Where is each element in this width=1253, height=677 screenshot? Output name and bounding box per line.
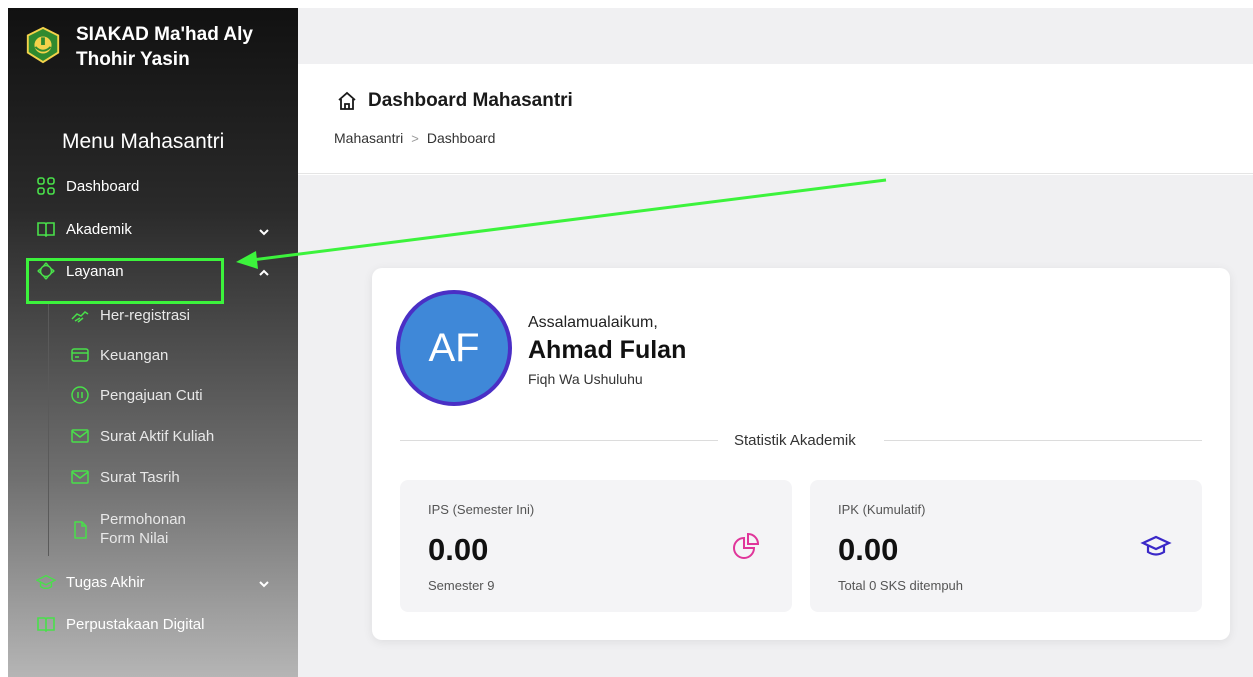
sidebar-item-perpustakaan-digital[interactable]: Perpustakaan Digital (36, 614, 204, 634)
stat-value: 0.00 (428, 532, 489, 567)
kemenag-logo-icon (26, 26, 60, 64)
stat-subtext: Total 0 SKS ditempuh (838, 578, 964, 593)
breadcrumb-item-mahasantri[interactable]: Mahasantri (334, 130, 403, 146)
sidebar-item-label: Tugas Akhir (66, 573, 145, 591)
brand-title: SIAKAD Ma'had Aly Thohir Yasin (76, 24, 253, 70)
pause-circle-icon (70, 385, 90, 405)
menu-title: Menu Mahasantri (62, 130, 225, 153)
chevron-down-icon[interactable] (258, 226, 270, 238)
page-header: Dashboard Mahasantri Mahasantri > Dashbo… (298, 64, 1253, 174)
sidebar-subitem-keuangan[interactable]: Keuangan (70, 345, 168, 365)
document-icon (70, 520, 90, 540)
sidebar-subitem-label: Surat Tasrih (100, 468, 180, 486)
sidebar-subitem-label: Her-registrasi (100, 306, 191, 324)
sidebar-item-tugas-akhir[interactable]: Tugas Akhir (36, 572, 145, 592)
sidebar-subitem-label: Keuangan (100, 346, 169, 364)
sidebar-subitem-surat-tasrih[interactable]: Surat Tasrih (70, 467, 180, 487)
sidebar-item-label: Perpustakaan Digital (66, 615, 205, 633)
sidebar-subitem-her-registrasi[interactable]: Her-registrasi (70, 305, 190, 325)
book-icon (36, 219, 56, 239)
home-icon (338, 91, 356, 110)
user-name: Ahmad Fulan (528, 336, 687, 364)
sidebar-subitem-label: Permohonan Form Nilai (100, 511, 186, 547)
page-title: Dashboard Mahasantri (336, 90, 573, 112)
stat-label: IPS (Semester Ini) (428, 502, 535, 517)
sidebar-subitem-pengajuan-cuti[interactable]: Pengajuan Cuti (70, 385, 203, 405)
credit-card-icon (70, 345, 90, 365)
submenu-guide-line (48, 304, 49, 556)
pie-chart-icon (733, 532, 760, 559)
graduation-cap-icon (36, 572, 56, 592)
sidebar-item-akademik[interactable]: Akademik (36, 219, 132, 239)
mail-icon (70, 426, 90, 446)
sidebar-subitem-label: Pengajuan Cuti (100, 386, 203, 404)
sidebar: SIAKAD Ma'had Aly Thohir Yasin Menu Maha… (8, 8, 298, 677)
breadcrumb: Mahasantri > Dashboard (334, 130, 495, 146)
highlight-box (26, 258, 224, 304)
stat-label: IPK (Kumulatif) (838, 502, 926, 517)
breadcrumb-item-dashboard: Dashboard (426, 130, 496, 146)
divider-right (884, 440, 1202, 441)
mail-icon (70, 467, 90, 487)
chevron-right-icon: > (411, 130, 419, 146)
page-title-text: Dashboard Mahasantri (368, 90, 573, 111)
graduation-cap-icon (1140, 535, 1172, 556)
sidebar-subitem-label: Surat Aktif Kuliah (100, 427, 215, 445)
sidebar-item-dashboard[interactable]: Dashboard (36, 176, 139, 196)
section-label: Statistik Akademik (734, 432, 856, 449)
avatar: AF (396, 290, 512, 406)
topbar (298, 8, 1253, 64)
stat-card-ipk: IPK (Kumulatif) 0.00 Total 0 SKS ditempu… (810, 480, 1202, 612)
page: SIAKAD Ma'had Aly Thohir Yasin Menu Maha… (0, 0, 1253, 677)
chevron-down-icon[interactable] (258, 578, 270, 590)
sidebar-subitem-permohonan-form-nilai[interactable]: Permohonan Form Nilai (70, 510, 210, 548)
sidebar-subitem-surat-aktif-kuliah[interactable]: Surat Aktif Kuliah (70, 426, 214, 446)
brand[interactable]: SIAKAD Ma'had Aly Thohir Yasin (24, 22, 266, 72)
stat-card-ips: IPS (Semester Ini) 0.00 Semester 9 (400, 480, 792, 612)
divider-left (400, 440, 718, 441)
handshake-icon (70, 305, 90, 325)
sidebar-item-label: Dashboard (66, 177, 140, 195)
stat-subtext: Semester 9 (428, 578, 495, 593)
profile-card: AF Assalamualaikum, Ahmad Fulan Fiqh Wa … (372, 268, 1230, 640)
chevron-up-icon[interactable] (258, 267, 270, 279)
sidebar-item-label: Akademik (66, 220, 132, 238)
study-program: Fiqh Wa Ushuluhu (528, 371, 643, 387)
greeting-text: Assalamualaikum, (528, 314, 658, 331)
grid-icon (36, 176, 56, 196)
book-icon (36, 614, 56, 634)
stat-value: 0.00 (838, 532, 899, 567)
